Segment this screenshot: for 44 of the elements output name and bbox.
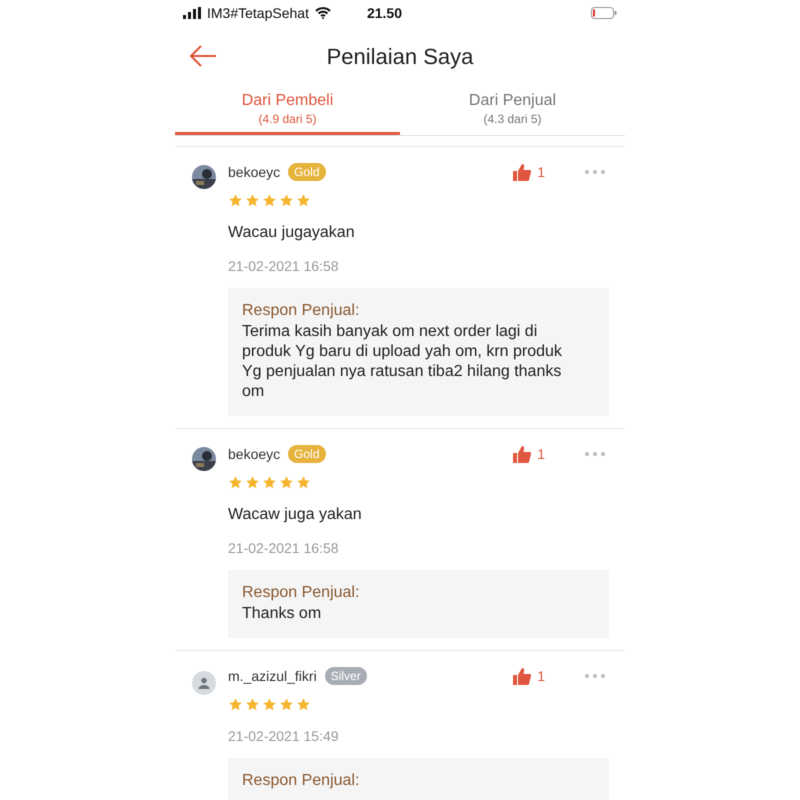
tab[interactable]: Dari Penjual (4.3 dari 5) <box>400 88 625 135</box>
username: bekoeyc <box>228 164 280 180</box>
like-button[interactable]: 1 <box>513 446 545 462</box>
tier-badge: Gold <box>288 163 326 181</box>
tab[interactable]: Dari Pembeli (4.9 dari 5) <box>175 88 400 135</box>
clock-time: 21.50 <box>366 5 402 21</box>
username: bekoeyc <box>228 446 280 462</box>
review-text: Wacau jugayakan <box>228 224 356 242</box>
star-icon <box>296 193 311 208</box>
star-icon <box>262 193 277 208</box>
star-icon <box>262 697 277 712</box>
star-icon <box>228 193 243 208</box>
page-title: Penilaian Saya <box>326 44 474 70</box>
review-date: 21-02-2021 15:49 <box>228 728 340 744</box>
wifi-icon <box>314 7 331 19</box>
star-icon <box>228 475 243 490</box>
response-title: Respon Penjual: <box>242 302 360 320</box>
back-button[interactable] <box>189 44 217 68</box>
response-title: Respon Penjual: <box>242 584 360 602</box>
response-title: Respon Penjual: <box>242 772 360 790</box>
star-icon <box>228 697 243 712</box>
tier-badge: Silver <box>324 667 367 685</box>
like-button[interactable]: 1 <box>513 164 545 180</box>
review-date: 21-02-2021 16:58 <box>228 540 340 556</box>
signal-icon <box>183 7 201 19</box>
star-icon <box>279 475 294 490</box>
response-text: Terima kasih banyak om next order lagi di produk Yg baru di upload yah om, krn produk Yg penjualan nya ratusan tiba2 hilang thanks om <box>242 322 563 402</box>
user-icon <box>192 671 216 695</box>
star-icon <box>245 697 260 712</box>
star-icon <box>279 697 294 712</box>
star-icon <box>296 475 311 490</box>
carrier-name: IM3#TetapSehat <box>207 5 309 21</box>
like-button[interactable]: 1 <box>513 668 545 684</box>
star-icon <box>262 475 277 490</box>
battery-icon <box>591 7 617 19</box>
response-text: Thanks om <box>242 604 322 624</box>
star-icon <box>245 475 260 490</box>
tier-badge: Gold <box>288 445 326 463</box>
star-icon <box>296 697 311 712</box>
star-icon <box>279 193 294 208</box>
username: m._azizul_fikri <box>228 668 317 684</box>
review-text: Wacaw juga yakan <box>228 506 363 524</box>
review-date: 21-02-2021 16:58 <box>228 258 340 274</box>
star-icon <box>245 193 260 208</box>
